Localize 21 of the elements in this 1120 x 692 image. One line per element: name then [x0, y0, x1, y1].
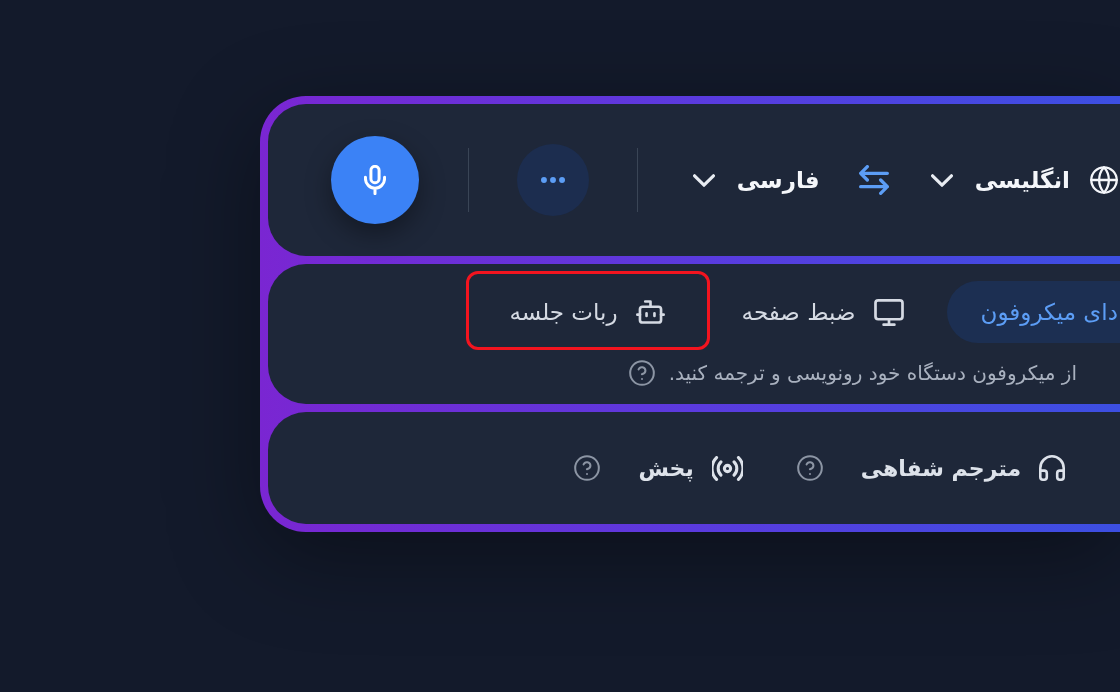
more-icon	[540, 177, 565, 183]
help-icon[interactable]	[796, 455, 823, 481]
mode-tab[interactable]: دای میکروفون	[946, 281, 1120, 343]
hint-text: از میکروفون دستگاه خود رونویسی و ترجمه کنید.	[668, 361, 1077, 385]
robot-icon	[635, 300, 665, 324]
swap-icon[interactable]	[858, 165, 889, 195]
language-select[interactable]: فارسی	[692, 167, 820, 193]
globe-icon	[1090, 166, 1118, 194]
caret-icon	[930, 173, 953, 187]
mode-tab[interactable]: ربات جلسه	[475, 281, 699, 343]
language-select[interactable]: انگلیسی	[930, 167, 1070, 193]
help-icon[interactable]	[574, 455, 601, 481]
caret-icon	[692, 173, 715, 187]
microphone-icon	[363, 165, 386, 195]
headphones-icon	[1039, 455, 1065, 481]
help-icon[interactable]	[628, 360, 655, 386]
service-button[interactable]: پخش	[638, 455, 743, 481]
service-button[interactable]: مترجم شفاهی	[860, 455, 1065, 481]
mode-tab[interactable]: ضبط صفحه	[707, 281, 938, 343]
broadcast-icon	[711, 455, 743, 481]
monitor-icon	[873, 298, 904, 326]
